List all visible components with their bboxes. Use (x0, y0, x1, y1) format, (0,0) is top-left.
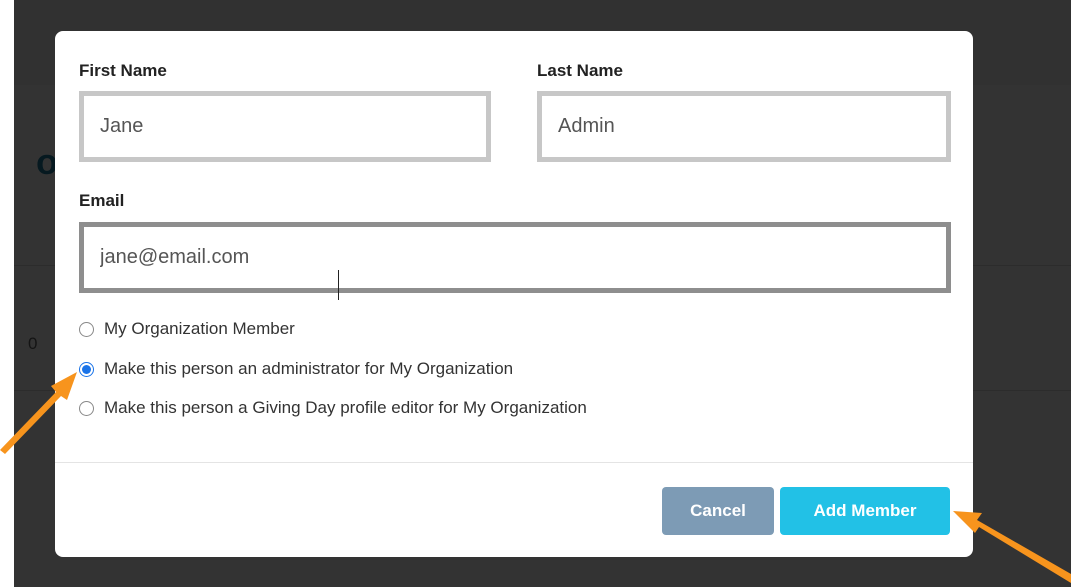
role-option-profile-editor[interactable]: Make this person a Giving Day profile ed… (79, 398, 587, 418)
email-label: Email (79, 191, 125, 210)
radio-button-selected[interactable] (79, 361, 94, 377)
radio-button[interactable] (79, 400, 94, 416)
cancel-button[interactable]: Cancel (662, 487, 774, 535)
add-member-button[interactable]: Add Member (780, 487, 950, 535)
footer-divider (55, 462, 973, 463)
role-option-administrator[interactable]: Make this person an administrator for My… (79, 359, 513, 379)
add-member-modal: First Name Last Name Email My Organizati… (55, 31, 973, 557)
role-option-label: Make this person an administrator for My… (104, 359, 514, 378)
last-name-input[interactable] (537, 91, 951, 162)
first-name-input[interactable] (79, 91, 491, 162)
role-option-label: Make this person a Giving Day profile ed… (104, 398, 587, 417)
last-name-label: Last Name (537, 61, 623, 80)
role-option-label: My Organization Member (104, 319, 295, 338)
first-name-label: First Name (79, 61, 167, 80)
text-caret (338, 270, 339, 300)
radio-button[interactable] (79, 321, 94, 337)
email-input[interactable] (79, 222, 951, 293)
role-option-member[interactable]: My Organization Member (79, 319, 295, 339)
